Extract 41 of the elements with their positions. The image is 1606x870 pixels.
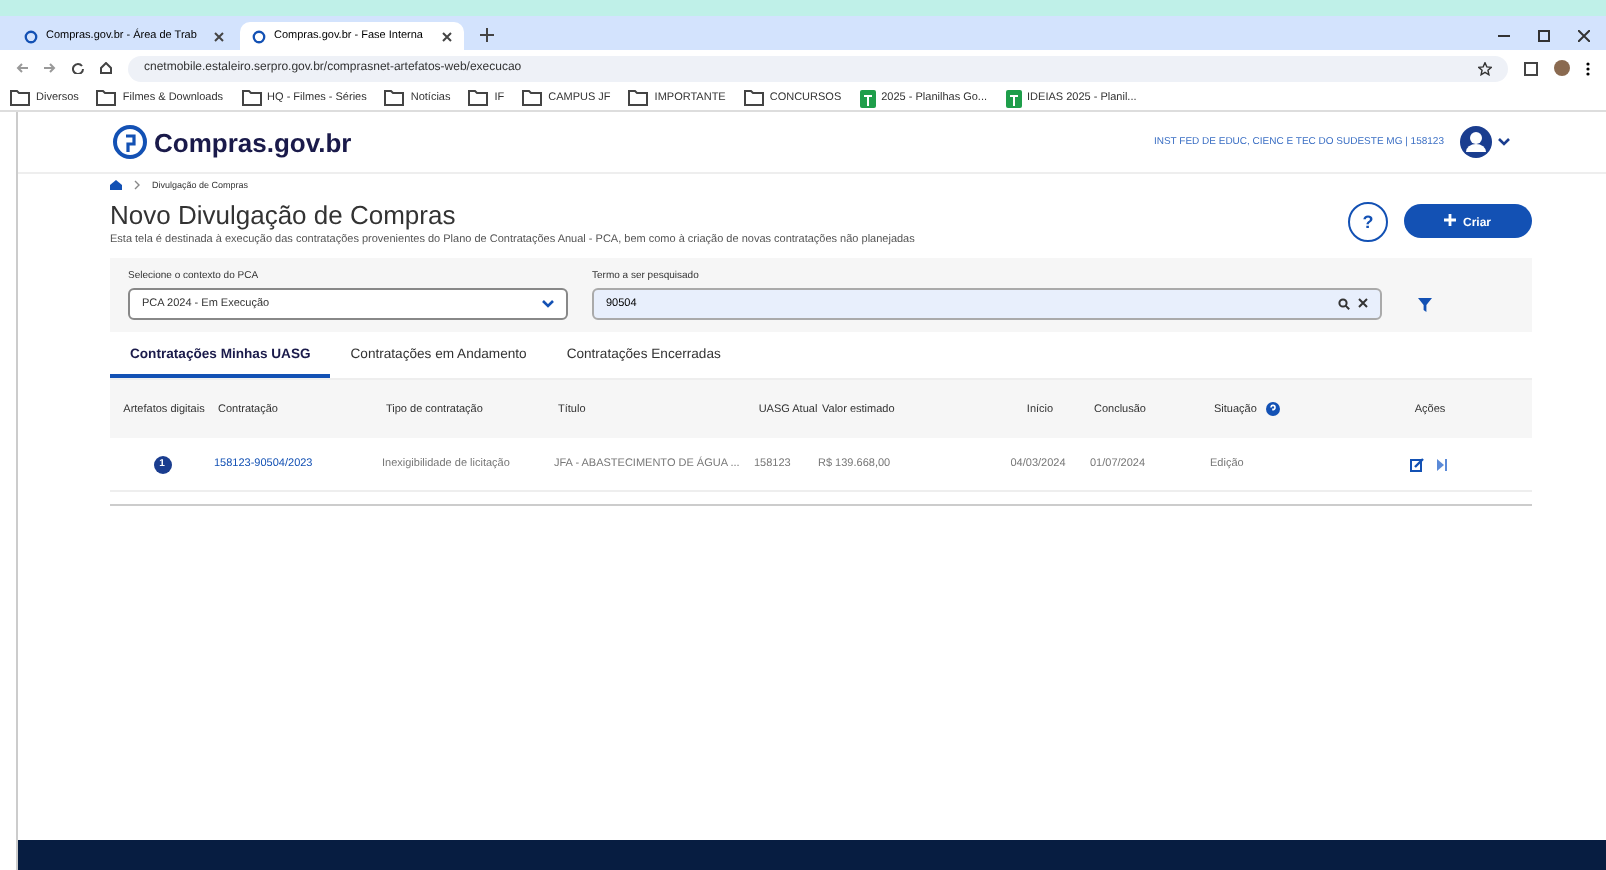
clear-icon[interactable]	[1358, 298, 1368, 308]
restore-icon[interactable]	[1538, 30, 1550, 42]
plus-icon	[1444, 213, 1457, 225]
new-tab-icon[interactable]	[480, 28, 494, 42]
folder-icon	[522, 90, 543, 106]
extension-icon[interactable]	[1524, 61, 1538, 75]
folder-icon	[384, 90, 405, 106]
site-icon	[24, 29, 38, 43]
reload-icon[interactable]	[72, 62, 84, 74]
site-icon	[252, 29, 266, 43]
folder-icon	[241, 90, 262, 106]
close-icon[interactable]	[214, 31, 224, 41]
user-avatar-icon[interactable]	[1460, 126, 1492, 158]
folder-icon	[96, 90, 117, 106]
folder-icon	[628, 90, 649, 106]
filter-icon[interactable]	[1418, 298, 1432, 312]
chevron-down-icon[interactable]	[1498, 138, 1510, 146]
chevron-right-icon	[134, 180, 140, 190]
minimize-icon[interactable]	[1498, 30, 1510, 42]
help-icon[interactable]	[1266, 402, 1281, 416]
chevron-down-icon	[542, 300, 554, 308]
home-icon[interactable]	[100, 62, 112, 74]
star-icon[interactable]	[1478, 61, 1492, 75]
folder-icon	[468, 90, 489, 106]
logo[interactable]: Compras.gov.br	[112, 124, 352, 160]
spreadsheet-icon	[859, 89, 876, 107]
close-icon[interactable]	[1578, 30, 1590, 42]
search-icon[interactable]	[1338, 298, 1350, 310]
edit-icon[interactable]	[1409, 457, 1423, 471]
folder-icon	[743, 90, 764, 106]
logo-icon	[112, 124, 148, 160]
home-icon[interactable]	[110, 180, 122, 190]
back-icon[interactable]	[16, 62, 28, 74]
close-icon[interactable]	[442, 31, 452, 41]
forward-icon[interactable]	[44, 62, 56, 74]
help-button[interactable]: ?	[1348, 201, 1388, 241]
step-forward-icon[interactable]	[1435, 457, 1447, 471]
profile-icon[interactable]	[1554, 60, 1570, 76]
folder-icon	[10, 90, 30, 106]
page-title: Novo Divulgação de Compras	[110, 200, 458, 230]
spreadsheet-icon	[1005, 89, 1022, 107]
